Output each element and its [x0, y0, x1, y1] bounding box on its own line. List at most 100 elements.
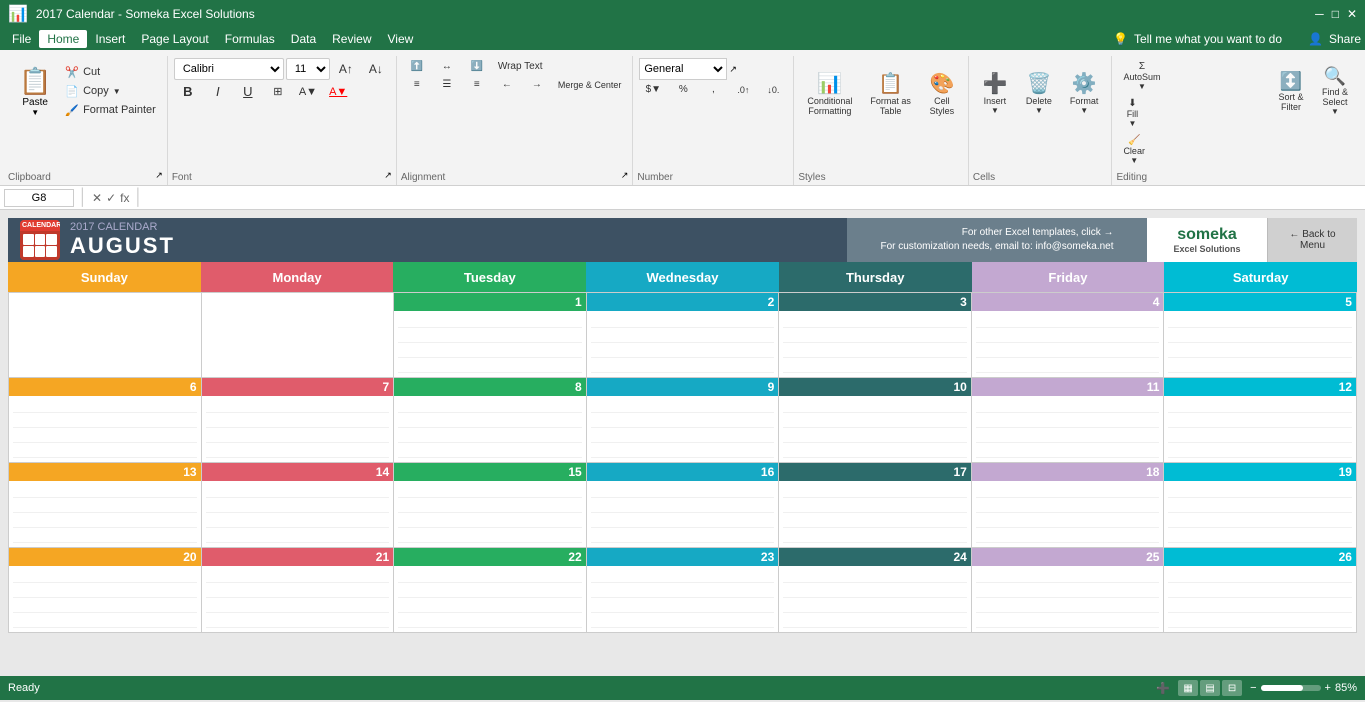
number-format-select[interactable]: General	[639, 58, 727, 80]
wrap-text-button[interactable]: Wrap Text	[493, 58, 548, 75]
calendar-cell[interactable]: 11	[972, 378, 1165, 463]
clear-button[interactable]: 🧹 Clear ▼	[1118, 132, 1150, 168]
calendar-cell[interactable]: 16	[587, 463, 780, 548]
percent-button[interactable]: %	[669, 81, 697, 98]
page-layout-view-button[interactable]: ▤	[1200, 680, 1220, 696]
menu-review[interactable]: Review	[324, 30, 379, 48]
cell-reference-input[interactable]	[4, 189, 74, 207]
calendar-cell[interactable]: 1	[394, 293, 587, 378]
menu-insert[interactable]: Insert	[87, 30, 133, 48]
decimal-decrease-button[interactable]: ↓0.	[759, 82, 787, 98]
conditional-formatting-button[interactable]: 📊 Conditional Formatting	[800, 60, 859, 126]
font-color-button[interactable]: A▼	[324, 83, 352, 101]
clipboard-expand-icon[interactable]: ↗	[155, 170, 163, 181]
calendar-cell[interactable]	[9, 293, 202, 378]
maximize-icon[interactable]: □	[1332, 7, 1339, 21]
menu-data[interactable]: Data	[283, 30, 324, 48]
indent-decrease-button[interactable]: ←	[493, 76, 521, 93]
calendar-cell[interactable]: 7	[202, 378, 395, 463]
insert-function-icon[interactable]: fx	[120, 191, 129, 205]
back-to-menu-button[interactable]: ← Back to Menu	[1267, 218, 1357, 262]
indent-increase-button[interactable]: →	[523, 76, 551, 93]
align-center-button[interactable]: ☰	[433, 76, 461, 93]
zoom-slider[interactable]	[1261, 685, 1321, 691]
cut-button[interactable]: ✂️ Cut	[60, 64, 160, 81]
insert-button[interactable]: ➕ Insert ▼	[975, 60, 1015, 126]
border-button[interactable]: ⊞	[264, 82, 292, 101]
align-top-button[interactable]: ⬆️	[403, 58, 431, 75]
comma-button[interactable]: ,	[699, 81, 727, 98]
normal-view-button[interactable]: ▦	[1178, 680, 1198, 696]
menu-formulas[interactable]: Formulas	[217, 30, 283, 48]
menu-home[interactable]: Home	[39, 30, 87, 48]
bold-button[interactable]: B	[174, 81, 202, 102]
format-table-button[interactable]: 📋 Format as Table	[863, 60, 918, 126]
calendar-cell[interactable]: 9	[587, 378, 780, 463]
zoom-in-button[interactable]: +	[1325, 682, 1331, 694]
font-grow-button[interactable]: A↑	[332, 59, 360, 79]
cell-styles-button[interactable]: 🎨 Cell Styles	[922, 60, 962, 126]
menu-page-layout[interactable]: Page Layout	[133, 30, 216, 48]
alignment-expand-icon[interactable]: ↗	[621, 170, 629, 181]
page-break-view-button[interactable]: ⊟	[1222, 680, 1242, 696]
font-size-select[interactable]: 11	[286, 58, 330, 80]
confirm-icon[interactable]: ✓	[106, 191, 116, 205]
menu-view[interactable]: View	[380, 30, 422, 48]
autosum-button[interactable]: Σ AutoSum ▼	[1118, 58, 1165, 94]
align-left-button[interactable]: ≡	[403, 76, 431, 93]
font-expand-icon[interactable]: ↗	[384, 170, 392, 181]
calendar-cell[interactable]: 14	[202, 463, 395, 548]
formula-input[interactable]	[147, 189, 1361, 207]
calendar-cell[interactable]: 10	[779, 378, 972, 463]
new-sheet-button[interactable]: ➕	[1156, 682, 1170, 695]
zoom-out-button[interactable]: −	[1250, 682, 1256, 694]
calendar-cell[interactable]: 8	[394, 378, 587, 463]
font-shrink-button[interactable]: A↓	[362, 59, 390, 79]
tell-me-input[interactable]: Tell me what you want to do	[1134, 32, 1282, 46]
font-family-select[interactable]: Calibri	[174, 58, 284, 80]
calendar-cell[interactable]: 6	[9, 378, 202, 463]
align-right-button[interactable]: ≡	[463, 76, 491, 93]
calendar-cell[interactable]: 20	[9, 548, 202, 633]
format-button[interactable]: ⚙️ Format ▼	[1063, 60, 1106, 126]
delete-button[interactable]: 🗑️ Delete ▼	[1019, 60, 1059, 126]
calendar-cell[interactable]: 15	[394, 463, 587, 548]
calendar-cell[interactable]: 21	[202, 548, 395, 633]
calendar-cell[interactable]: 18	[972, 463, 1165, 548]
decimal-increase-button[interactable]: .0↑	[729, 82, 757, 98]
menu-file[interactable]: File	[4, 30, 39, 48]
italic-button[interactable]: I	[204, 81, 232, 102]
share-btn[interactable]: Share	[1329, 32, 1361, 46]
currency-button[interactable]: $▼	[639, 81, 667, 98]
format-painter-button[interactable]: 🖌️ Format Painter	[60, 102, 160, 119]
calendar-cell[interactable]	[202, 293, 395, 378]
calendar-cell[interactable]: 26	[1164, 548, 1357, 633]
calendar-cell[interactable]: 22	[394, 548, 587, 633]
underline-button[interactable]: U	[234, 81, 262, 102]
fill-button[interactable]: ⬇ Fill ▼	[1118, 95, 1146, 131]
merge-center-button[interactable]: Merge & Center	[553, 77, 627, 93]
cal-line	[398, 359, 582, 373]
calendar-cell[interactable]: 12	[1164, 378, 1357, 463]
calendar-cell[interactable]: 23	[587, 548, 780, 633]
calendar-cell[interactable]: 17	[779, 463, 972, 548]
calendar-cell[interactable]: 5	[1164, 293, 1357, 378]
calendar-cell[interactable]: 4	[972, 293, 1165, 378]
cancel-icon[interactable]: ✕	[92, 191, 102, 205]
calendar-cell[interactable]: 3	[779, 293, 972, 378]
paste-button[interactable]: 📋 Paste ▼	[10, 58, 60, 124]
copy-button[interactable]: 📄 Copy ▼	[60, 83, 160, 100]
calendar-cell[interactable]: 25	[972, 548, 1165, 633]
minimize-icon[interactable]: ─	[1315, 7, 1324, 21]
sort-filter-button[interactable]: ↕️ Sort & Filter	[1271, 58, 1311, 124]
fill-color-button[interactable]: A▼	[294, 83, 322, 101]
number-expand-icon[interactable]: ↗	[729, 64, 737, 75]
calendar-cell[interactable]: 13	[9, 463, 202, 548]
calendar-cell[interactable]: 19	[1164, 463, 1357, 548]
align-middle-button[interactable]: ↔	[433, 58, 461, 75]
close-icon[interactable]: ✕	[1347, 7, 1357, 21]
calendar-cell[interactable]: 24	[779, 548, 972, 633]
calendar-cell[interactable]: 2	[587, 293, 780, 378]
find-select-button[interactable]: 🔍 Find & Select ▼	[1315, 58, 1355, 124]
align-bottom-button[interactable]: ⬇️	[463, 58, 491, 75]
